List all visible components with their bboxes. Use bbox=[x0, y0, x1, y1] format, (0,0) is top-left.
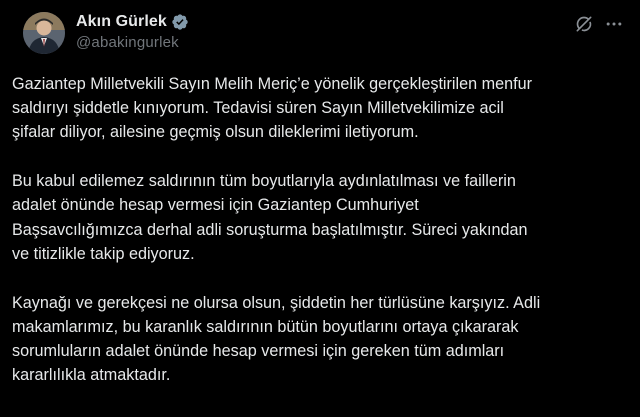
display-name[interactable]: Akın Gürlek bbox=[76, 13, 167, 31]
avatar[interactable] bbox=[23, 12, 65, 54]
profile-photo-icon bbox=[23, 12, 65, 54]
tweet-paragraph: Gaziantep Milletvekili Sayın Melih Meriç… bbox=[12, 75, 532, 142]
display-name-row: Akın Gürlek bbox=[76, 11, 189, 33]
tweet-header: Akın Gürlek @abakingurlek bbox=[12, 0, 626, 62]
grok-icon[interactable] bbox=[574, 14, 594, 34]
author-handle[interactable]: @abakingurlek bbox=[76, 34, 189, 51]
tweet-paragraph: Kaynağı ve gerekçesi ne olursa olsun, şi… bbox=[12, 293, 541, 385]
tweet-card: Akın Gürlek @abakingurlek Gaziantep Mill… bbox=[0, 0, 640, 417]
author-names: Akın Gürlek @abakingurlek bbox=[76, 11, 189, 51]
tweet-paragraph: Bu kabul edilemez saldırının tüm boyutla… bbox=[12, 172, 528, 263]
more-options-icon[interactable] bbox=[604, 14, 624, 34]
verified-badge-icon bbox=[171, 13, 189, 31]
tweet-text: Gaziantep Milletvekili Sayın Melih Meriç… bbox=[12, 72, 630, 387]
